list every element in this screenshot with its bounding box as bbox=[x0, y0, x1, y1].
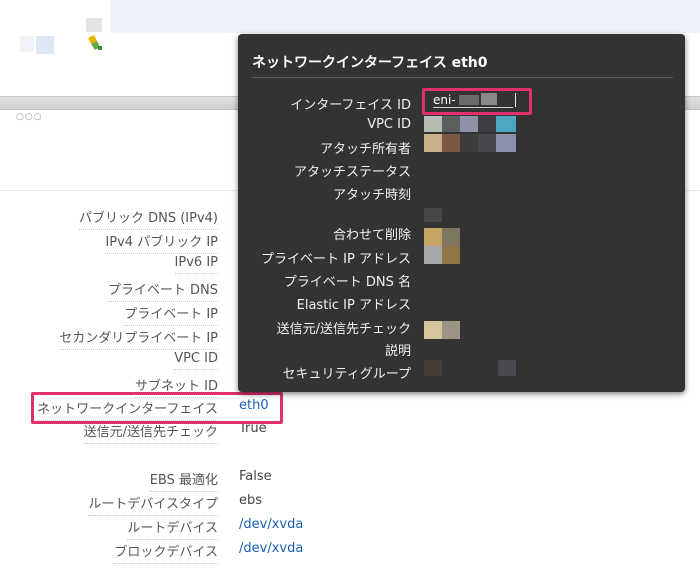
blurred-value bbox=[498, 360, 516, 376]
blurred-value bbox=[496, 134, 516, 152]
popup-title: ネットワークインターフェイス eth0 bbox=[252, 55, 488, 71]
popup-field-label: Elastic IP アドレス bbox=[296, 298, 411, 313]
blurred-value bbox=[424, 321, 442, 339]
popup-field-label: プライベート IP アドレス bbox=[261, 252, 411, 267]
divider bbox=[252, 77, 673, 78]
pencil-broom-icon[interactable] bbox=[86, 34, 104, 52]
blurred-value bbox=[442, 321, 460, 339]
blurred-value bbox=[478, 116, 496, 132]
blurred-region bbox=[20, 36, 34, 52]
detail-label: プライベート DNS bbox=[107, 279, 218, 302]
blurred-value bbox=[424, 360, 442, 376]
drag-handle-icon[interactable]: ○○○ bbox=[16, 112, 43, 122]
popup-field-label: インターフェイス ID bbox=[290, 98, 411, 113]
text-cursor bbox=[515, 93, 516, 107]
detail-label: セカンダリプライベート IP bbox=[59, 327, 218, 350]
blurred-value bbox=[424, 208, 442, 222]
popup-field-label: 送信元/送信先チェック bbox=[276, 322, 411, 337]
detail-value: ebs bbox=[239, 493, 263, 508]
detail-label: ルートデバイス bbox=[127, 517, 218, 540]
blurred-region bbox=[459, 95, 479, 105]
popup-field-label: 説明 bbox=[384, 344, 411, 359]
popup-field-label: 合わせて削除 bbox=[332, 228, 411, 243]
blurred-region bbox=[481, 93, 497, 105]
popup-field-label: プライベート DNS 名 bbox=[283, 275, 411, 290]
popup-field-label: アタッチ所有者 bbox=[319, 142, 411, 157]
interface-id-field[interactable]: eni- bbox=[422, 88, 532, 115]
underline bbox=[433, 107, 513, 108]
detail-label: VPC ID bbox=[174, 351, 218, 370]
popup-field-label: VPC ID bbox=[367, 117, 411, 132]
popup-field-label: セキュリティグループ bbox=[282, 367, 411, 382]
interface-id-value[interactable]: eni- bbox=[433, 93, 456, 107]
detail-label: 送信元/送信先チェック bbox=[83, 421, 218, 444]
blurred-value bbox=[496, 116, 516, 132]
blurred-value bbox=[478, 134, 496, 152]
blurred-value bbox=[460, 134, 478, 152]
detail-label: ブロックデバイス bbox=[114, 541, 218, 564]
popup-field-label: アタッチ時刻 bbox=[332, 188, 411, 203]
blurred-value bbox=[460, 116, 478, 132]
blurred-value bbox=[424, 246, 442, 264]
blurred-value bbox=[424, 134, 442, 152]
detail-label: IPv6 IP bbox=[174, 255, 218, 274]
detail-label: ルートデバイスタイプ bbox=[88, 493, 218, 516]
blurred-region bbox=[36, 36, 54, 54]
network-interface-popup: ネットワークインターフェイス eth0 インターフェイス ID VPC ID アタッ… bbox=[238, 34, 685, 392]
detail-value: False bbox=[239, 469, 272, 484]
top-banner bbox=[110, 0, 700, 33]
detail-label: プライベート IP bbox=[124, 303, 218, 326]
blurred-value bbox=[442, 228, 460, 246]
blurred-region bbox=[86, 18, 102, 32]
network-interface-highlight bbox=[31, 392, 283, 424]
detail-label: IPv4 パブリック IP bbox=[105, 231, 218, 254]
popup-field-label: アタッチステータス bbox=[293, 165, 411, 180]
detail-link[interactable]: /dev/xvda bbox=[239, 517, 303, 532]
blurred-value bbox=[424, 228, 442, 246]
blurred-value bbox=[442, 246, 460, 264]
blurred-value bbox=[424, 116, 442, 132]
blurred-value bbox=[442, 134, 460, 152]
detail-label: EBS 最適化 bbox=[149, 469, 218, 492]
detail-label: パブリック DNS (IPv4) bbox=[78, 207, 218, 230]
blurred-value bbox=[442, 116, 460, 132]
detail-link[interactable]: /dev/xvda bbox=[239, 541, 303, 556]
